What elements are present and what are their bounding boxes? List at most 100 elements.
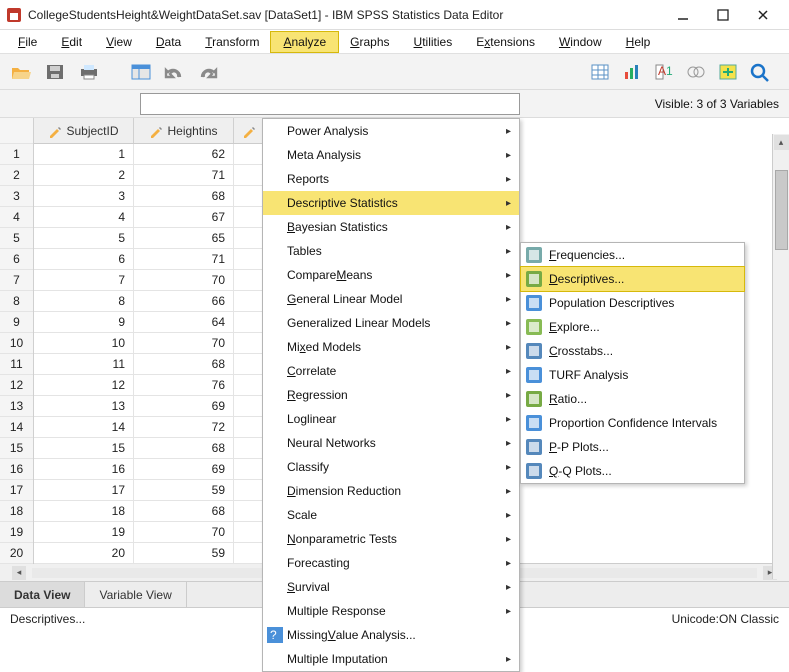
close-button[interactable]	[743, 1, 783, 29]
submenu-item[interactable]: Crosstabs...	[521, 339, 744, 363]
cell[interactable]: 4	[34, 207, 134, 228]
analyze-item[interactable]: Forecasting▸	[263, 551, 519, 575]
cell[interactable]: 8	[34, 291, 134, 312]
cell[interactable]: 59	[134, 480, 234, 501]
cell[interactable]: 20	[34, 543, 134, 564]
analyze-item[interactable]: General Linear Model▸	[263, 287, 519, 311]
vars-icon[interactable]: A1	[651, 59, 677, 85]
row-number[interactable]: 12	[0, 375, 33, 396]
submenu-item[interactable]: Proportion Confidence Intervals	[521, 411, 744, 435]
cell[interactable]: 19	[34, 522, 134, 543]
row-number[interactable]: 16	[0, 459, 33, 480]
submenu-item[interactable]: Q-Q Plots...	[521, 459, 744, 483]
minimize-button[interactable]	[663, 1, 703, 29]
cell[interactable]: 10	[34, 333, 134, 354]
row-number[interactable]: 2	[0, 165, 33, 186]
submenu-item[interactable]: Ratio...	[521, 387, 744, 411]
save-button[interactable]	[42, 59, 68, 85]
cell[interactable]: 68	[134, 501, 234, 522]
analyze-item[interactable]: Loglinear▸	[263, 407, 519, 431]
row-number[interactable]: 15	[0, 438, 33, 459]
analyze-item[interactable]: Dimension Reduction▸	[263, 479, 519, 503]
open-button[interactable]	[8, 59, 34, 85]
row-number[interactable]: 19	[0, 522, 33, 543]
maximize-button[interactable]	[703, 1, 743, 29]
row-number[interactable]: 8	[0, 291, 33, 312]
analyze-item[interactable]: Reports▸	[263, 167, 519, 191]
menu-graphs[interactable]: Graphs	[338, 32, 401, 52]
menu-file[interactable]: File	[6, 32, 49, 52]
analyze-item[interactable]: Bayesian Statistics▸	[263, 215, 519, 239]
menu-window[interactable]: Window	[547, 32, 614, 52]
cell[interactable]: 68	[134, 186, 234, 207]
analyze-item[interactable]: Regression▸	[263, 383, 519, 407]
column-header-subjectid[interactable]: SubjectID	[34, 118, 134, 143]
menu-analyze[interactable]: Analyze	[271, 32, 338, 52]
cell[interactable]: 11	[34, 354, 134, 375]
analyze-item[interactable]: Nonparametric Tests▸	[263, 527, 519, 551]
cell[interactable]: 9	[34, 312, 134, 333]
cell[interactable]: 67	[134, 207, 234, 228]
cell[interactable]: 65	[134, 228, 234, 249]
cell[interactable]: 13	[34, 396, 134, 417]
analyze-item[interactable]: Meta Analysis▸	[263, 143, 519, 167]
row-number[interactable]: 1	[0, 144, 33, 165]
cell[interactable]: 15	[34, 438, 134, 459]
menu-utilities[interactable]: Utilities	[402, 32, 465, 52]
cell[interactable]: 59	[134, 543, 234, 564]
chart-icon[interactable]	[619, 59, 645, 85]
cell[interactable]: 5	[34, 228, 134, 249]
row-number[interactable]: 14	[0, 417, 33, 438]
row-number[interactable]: 5	[0, 228, 33, 249]
analyze-item[interactable]: Neural Networks▸	[263, 431, 519, 455]
cell[interactable]: 3	[34, 186, 134, 207]
cell[interactable]: 6	[34, 249, 134, 270]
submenu-item[interactable]: Descriptives...	[521, 267, 744, 291]
analyze-item[interactable]: Scale▸	[263, 503, 519, 527]
cell[interactable]: 71	[134, 165, 234, 186]
undo-button[interactable]	[162, 59, 188, 85]
cell[interactable]: 17	[34, 480, 134, 501]
tab-data-view[interactable]: Data View	[0, 582, 85, 607]
cell[interactable]: 14	[34, 417, 134, 438]
redo-button[interactable]	[196, 59, 222, 85]
print-button[interactable]	[76, 59, 102, 85]
value-input[interactable]	[140, 93, 520, 115]
cell[interactable]: 64	[134, 312, 234, 333]
cell[interactable]: 72	[134, 417, 234, 438]
submenu-item[interactable]: Explore...	[521, 315, 744, 339]
grid-icon[interactable]	[587, 59, 613, 85]
row-number[interactable]: 3	[0, 186, 33, 207]
cell[interactable]: 69	[134, 459, 234, 480]
analyze-item[interactable]: Multiple Imputation▸	[263, 647, 519, 671]
menu-help[interactable]: Help	[614, 32, 663, 52]
menu-edit[interactable]: Edit	[49, 32, 94, 52]
cell[interactable]: 18	[34, 501, 134, 522]
analyze-item[interactable]: Classify▸	[263, 455, 519, 479]
vertical-scrollbar[interactable]: ▴	[772, 134, 789, 579]
submenu-item[interactable]: Population Descriptives	[521, 291, 744, 315]
analyze-item[interactable]: Generalized Linear Models▸	[263, 311, 519, 335]
row-number[interactable]: 18	[0, 501, 33, 522]
row-number[interactable]: 11	[0, 354, 33, 375]
cell[interactable]: 69	[134, 396, 234, 417]
submenu-item[interactable]: P-P Plots...	[521, 435, 744, 459]
cell[interactable]: 62	[134, 144, 234, 165]
row-number[interactable]: 17	[0, 480, 33, 501]
row-number[interactable]: 10	[0, 333, 33, 354]
analyze-item[interactable]: Mixed Models▸	[263, 335, 519, 359]
submenu-item[interactable]: Frequencies...	[521, 243, 744, 267]
circles-icon[interactable]	[683, 59, 709, 85]
analyze-item[interactable]: ?Missing Value Analysis...	[263, 623, 519, 647]
cell[interactable]: 7	[34, 270, 134, 291]
row-number[interactable]: 20	[0, 543, 33, 564]
cell[interactable]: 16	[34, 459, 134, 480]
cell[interactable]: 1	[34, 144, 134, 165]
cell[interactable]: 71	[134, 249, 234, 270]
row-number[interactable]: 9	[0, 312, 33, 333]
analyze-item[interactable]: Compare Means▸	[263, 263, 519, 287]
cell[interactable]: 68	[134, 438, 234, 459]
analyze-item[interactable]: Multiple Response▸	[263, 599, 519, 623]
cell[interactable]: 12	[34, 375, 134, 396]
menu-extensions[interactable]: Extensions	[464, 32, 547, 52]
